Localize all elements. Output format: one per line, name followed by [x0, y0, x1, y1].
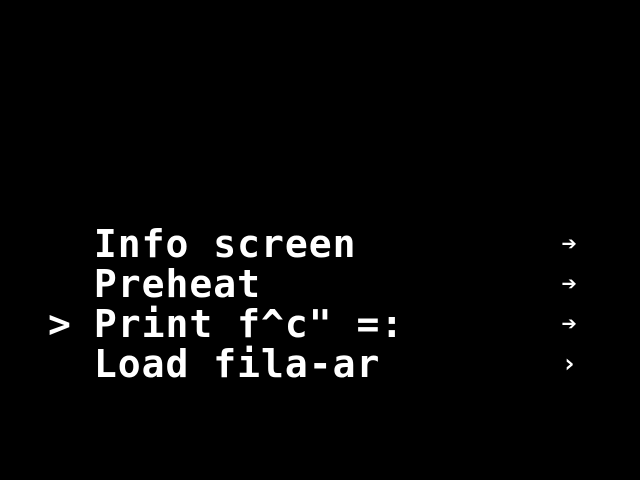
menu-item-info-screen[interactable]: Info screen ➔ — [48, 224, 588, 264]
menu-item-label: Info screen — [93, 222, 357, 266]
arrow-right-icon: ➔ — [561, 229, 578, 259]
menu-item-load-filament[interactable]: Load fila-ar › — [48, 344, 588, 384]
arrow-right-icon: ➔ — [561, 269, 578, 299]
selection-cursor: > — [48, 302, 72, 346]
menu-item-print-from-sd[interactable]: > Print f^c" =: ➔ — [48, 304, 588, 344]
menu-item-label: Load fila-ar — [93, 342, 381, 386]
arrow-right-icon: ➔ — [561, 309, 578, 339]
arrow-right-icon: › — [561, 349, 578, 379]
main-menu: Info screen ➔ Preheat ➔ > Print f^c" =: … — [48, 224, 588, 384]
menu-item-label: Preheat — [93, 262, 262, 306]
lcd-screen: Info screen ➔ Preheat ➔ > Print f^c" =: … — [0, 0, 640, 480]
menu-item-preheat[interactable]: Preheat ➔ — [48, 264, 588, 304]
menu-item-label: Print f^c" =: — [93, 302, 405, 346]
